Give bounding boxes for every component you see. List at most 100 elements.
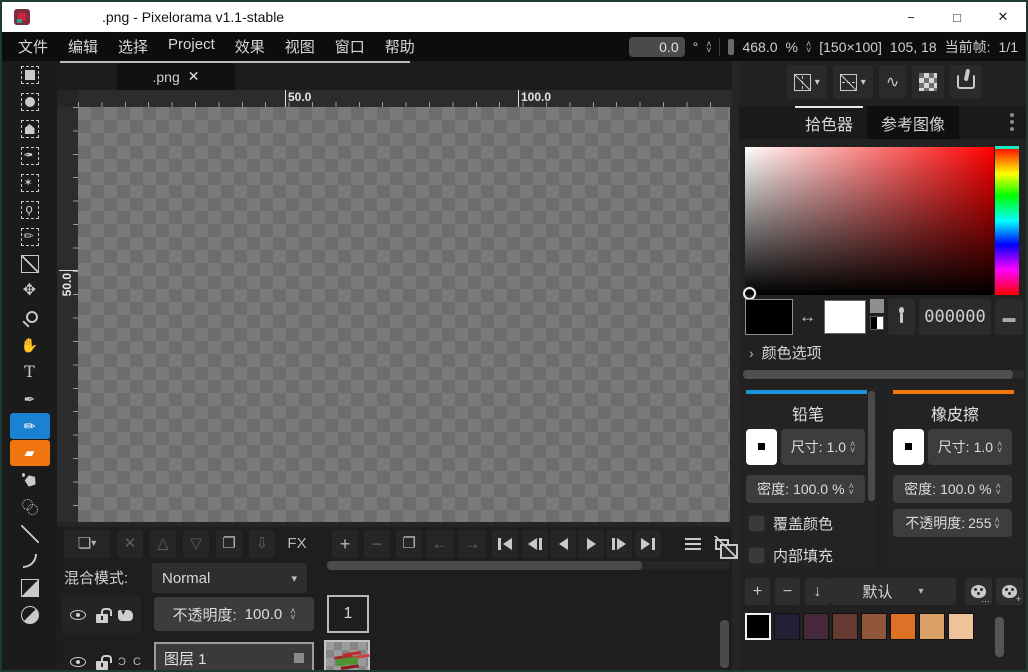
fill-inside-checkbox[interactable] <box>748 547 765 564</box>
menu-item-5[interactable]: 视图 <box>275 36 325 57</box>
layer-opacity-spinbox[interactable]: 不透明度: 100.0 ˄˅ <box>154 597 314 631</box>
menu-item-4[interactable]: 效果 <box>225 36 275 57</box>
go-last-frame-button[interactable] <box>635 530 661 558</box>
menu-item-0[interactable]: 文件 <box>8 36 58 57</box>
default-bw-swatch[interactable] <box>870 316 884 330</box>
play-forward-button[interactable] <box>578 530 604 558</box>
palette-select-dropdown[interactable]: 默认 ▾ <box>830 578 956 605</box>
play-backwards-button[interactable] <box>550 530 576 558</box>
eraser-size-spinbox[interactable]: 尺寸:1.0 ˄˅ <box>928 429 1012 465</box>
eraser-opacity-spinner[interactable]: ˄˅ <box>994 517 999 529</box>
menu-item-1[interactable]: 编辑 <box>58 36 108 57</box>
palette-swatch-7[interactable] <box>948 613 974 640</box>
document-tab[interactable]: .png ✕ <box>117 63 235 90</box>
layer1-visibility-icon[interactable] <box>70 657 86 667</box>
transparency-grid-button[interactable] <box>912 65 944 99</box>
tool-rectangle-select-button[interactable] <box>10 62 50 88</box>
layer-name-field[interactable]: 图层 1 <box>154 642 314 672</box>
tool-pencil-button[interactable] <box>10 413 50 439</box>
hue-slider[interactable] <box>995 147 1019 295</box>
step-forward-button[interactable] <box>606 530 632 558</box>
tool-eraser-button[interactable] <box>10 440 50 466</box>
onion-skin-button[interactable] <box>708 530 736 558</box>
secondary-color-swatch[interactable] <box>824 300 866 334</box>
eraser-size-spinner[interactable]: ˄˅ <box>997 441 1002 453</box>
add-swatch-button[interactable]: + <box>745 578 770 605</box>
go-first-frame-button[interactable] <box>492 530 518 558</box>
remove-swatch-button[interactable]: − <box>775 578 800 605</box>
edit-palette-button[interactable]: … <box>965 578 992 605</box>
menu-item-2[interactable]: 选择 <box>108 36 158 57</box>
add-frame-button[interactable]: + <box>332 530 358 558</box>
maximize-icon[interactable]: □ <box>934 2 980 32</box>
tool-rectangle-button[interactable] <box>10 575 50 601</box>
merge-layer-down-button[interactable]: ⇩ <box>249 530 275 558</box>
tool-curve-button[interactable] <box>10 548 50 574</box>
new-layer-button[interactable]: ❏ ▾ <box>64 530 110 558</box>
dynamics-button[interactable]: ∿ <box>879 65 906 99</box>
tool-ellipse-button[interactable] <box>10 602 50 628</box>
canvas-transparent-checkerboard[interactable] <box>78 107 730 522</box>
eraser-density-spinner[interactable]: ˄˅ <box>996 483 1001 495</box>
tool-move-button[interactable] <box>10 278 50 304</box>
palette-swatch-6[interactable] <box>919 613 945 640</box>
panel-menu-icon[interactable] <box>1010 113 1014 117</box>
pencil-size-spinner[interactable]: ˄˅ <box>850 441 855 453</box>
palette-scrollbar[interactable] <box>995 617 1004 657</box>
sort-swatch-button[interactable]: ↓ <box>805 578 830 605</box>
layer-lock-icon[interactable] <box>96 614 108 623</box>
tool-pan-button[interactable] <box>10 332 50 358</box>
rotation-input[interactable]: 0.0 <box>629 37 685 57</box>
menu-item-3[interactable]: Project <box>158 36 225 57</box>
zoom-spinner[interactable]: ˄˅ <box>806 41 811 53</box>
palette-swatch-3[interactable] <box>832 613 858 640</box>
palette-swatch-5[interactable] <box>890 613 916 640</box>
eyedropper-button[interactable] <box>888 299 915 335</box>
color-options-expander[interactable]: › 颜色选项 <box>749 342 822 363</box>
hue-cursor[interactable] <box>995 146 1019 149</box>
eraser-density-spinbox[interactable]: 密度:100.0% ˄˅ <box>893 475 1012 503</box>
ink-button[interactable] <box>950 65 982 99</box>
palette-swatch-4[interactable] <box>861 613 887 640</box>
mirror-horizontal-button[interactable]: ▾ <box>833 65 873 99</box>
tool-paint-select-button[interactable] <box>10 224 50 250</box>
layer-visibility-icon[interactable] <box>70 610 86 620</box>
blend-mode-dropdown[interactable]: Normal ▾ <box>152 563 307 593</box>
tool-bucket-button[interactable] <box>10 467 50 493</box>
tool-crop-button[interactable] <box>10 251 50 277</box>
tool-magic-wand-button[interactable] <box>10 170 50 196</box>
saturation-value-square[interactable] <box>745 147 994 295</box>
remove-frame-button[interactable]: − <box>364 530 390 558</box>
tab-reference-images[interactable]: 参考图像 <box>867 106 959 139</box>
tool-polygon-select-button[interactable] <box>10 116 50 142</box>
color-panel-scrollbar[interactable] <box>743 370 1025 379</box>
timeline-vertical-scrollbar[interactable] <box>720 620 729 668</box>
layer-fx-button[interactable]: FX <box>282 530 312 558</box>
swap-colors-icon[interactable]: ↔ <box>799 307 816 327</box>
tool-shading-button[interactable] <box>10 494 50 520</box>
rotation-spinner[interactable]: ˄˅ <box>706 41 711 53</box>
tool-text-button[interactable] <box>10 359 50 385</box>
palette-swatch-2[interactable] <box>803 613 829 640</box>
move-frame-left-button[interactable]: ← <box>426 530 454 558</box>
menu-item-6[interactable]: 窗口 <box>325 36 375 57</box>
tool-color-select-button[interactable] <box>10 143 50 169</box>
menu-item-7[interactable]: 帮助 <box>375 36 425 57</box>
hex-color-field[interactable]: 000000 <box>919 299 991 335</box>
move-layer-up-button[interactable]: △ <box>150 530 176 558</box>
default-gray-swatch[interactable] <box>870 299 884 313</box>
frame-list-button[interactable] <box>680 530 706 558</box>
cel-thumbnail[interactable] <box>324 640 370 672</box>
move-frame-right-button[interactable]: → <box>458 530 486 558</box>
move-layer-down-button[interactable]: ▽ <box>183 530 209 558</box>
linked-cels-icon[interactable] <box>118 610 133 621</box>
timeline-horizontal-scrollbar[interactable] <box>327 561 730 570</box>
tab-close-icon[interactable]: ✕ <box>188 68 200 85</box>
zoom-value[interactable]: 468.0 <box>742 39 777 55</box>
tool-zoom-button[interactable] <box>10 305 50 331</box>
tab-color-picker[interactable]: 拾色器 <box>791 106 867 139</box>
palette-swatch-1[interactable] <box>774 613 800 640</box>
step-backward-button[interactable] <box>522 530 548 558</box>
mirror-vertical-button[interactable]: ▾ <box>787 65 827 99</box>
duplicate-layer-button[interactable]: ❐ <box>216 530 242 558</box>
